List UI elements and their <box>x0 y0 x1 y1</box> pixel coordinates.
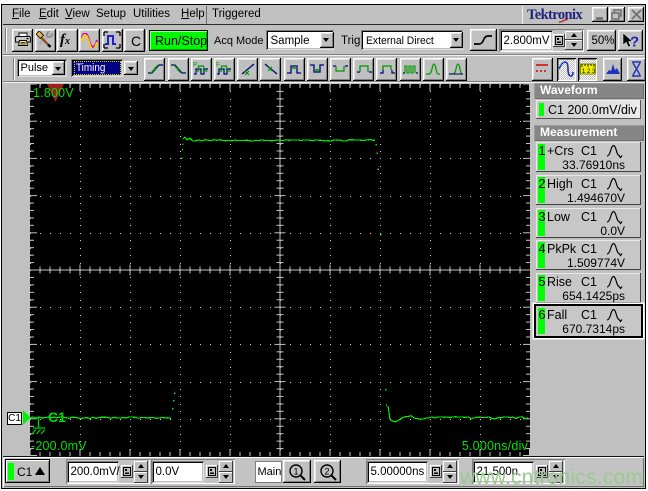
svg-text:F: F <box>216 62 220 69</box>
svg-text:1: 1 <box>294 466 299 476</box>
svg-text:2: 2 <box>324 466 329 476</box>
svg-text:1 2 3: 1 2 3 <box>582 69 596 75</box>
svg-text:P: P <box>193 62 197 69</box>
svg-text:?: ? <box>630 33 639 50</box>
